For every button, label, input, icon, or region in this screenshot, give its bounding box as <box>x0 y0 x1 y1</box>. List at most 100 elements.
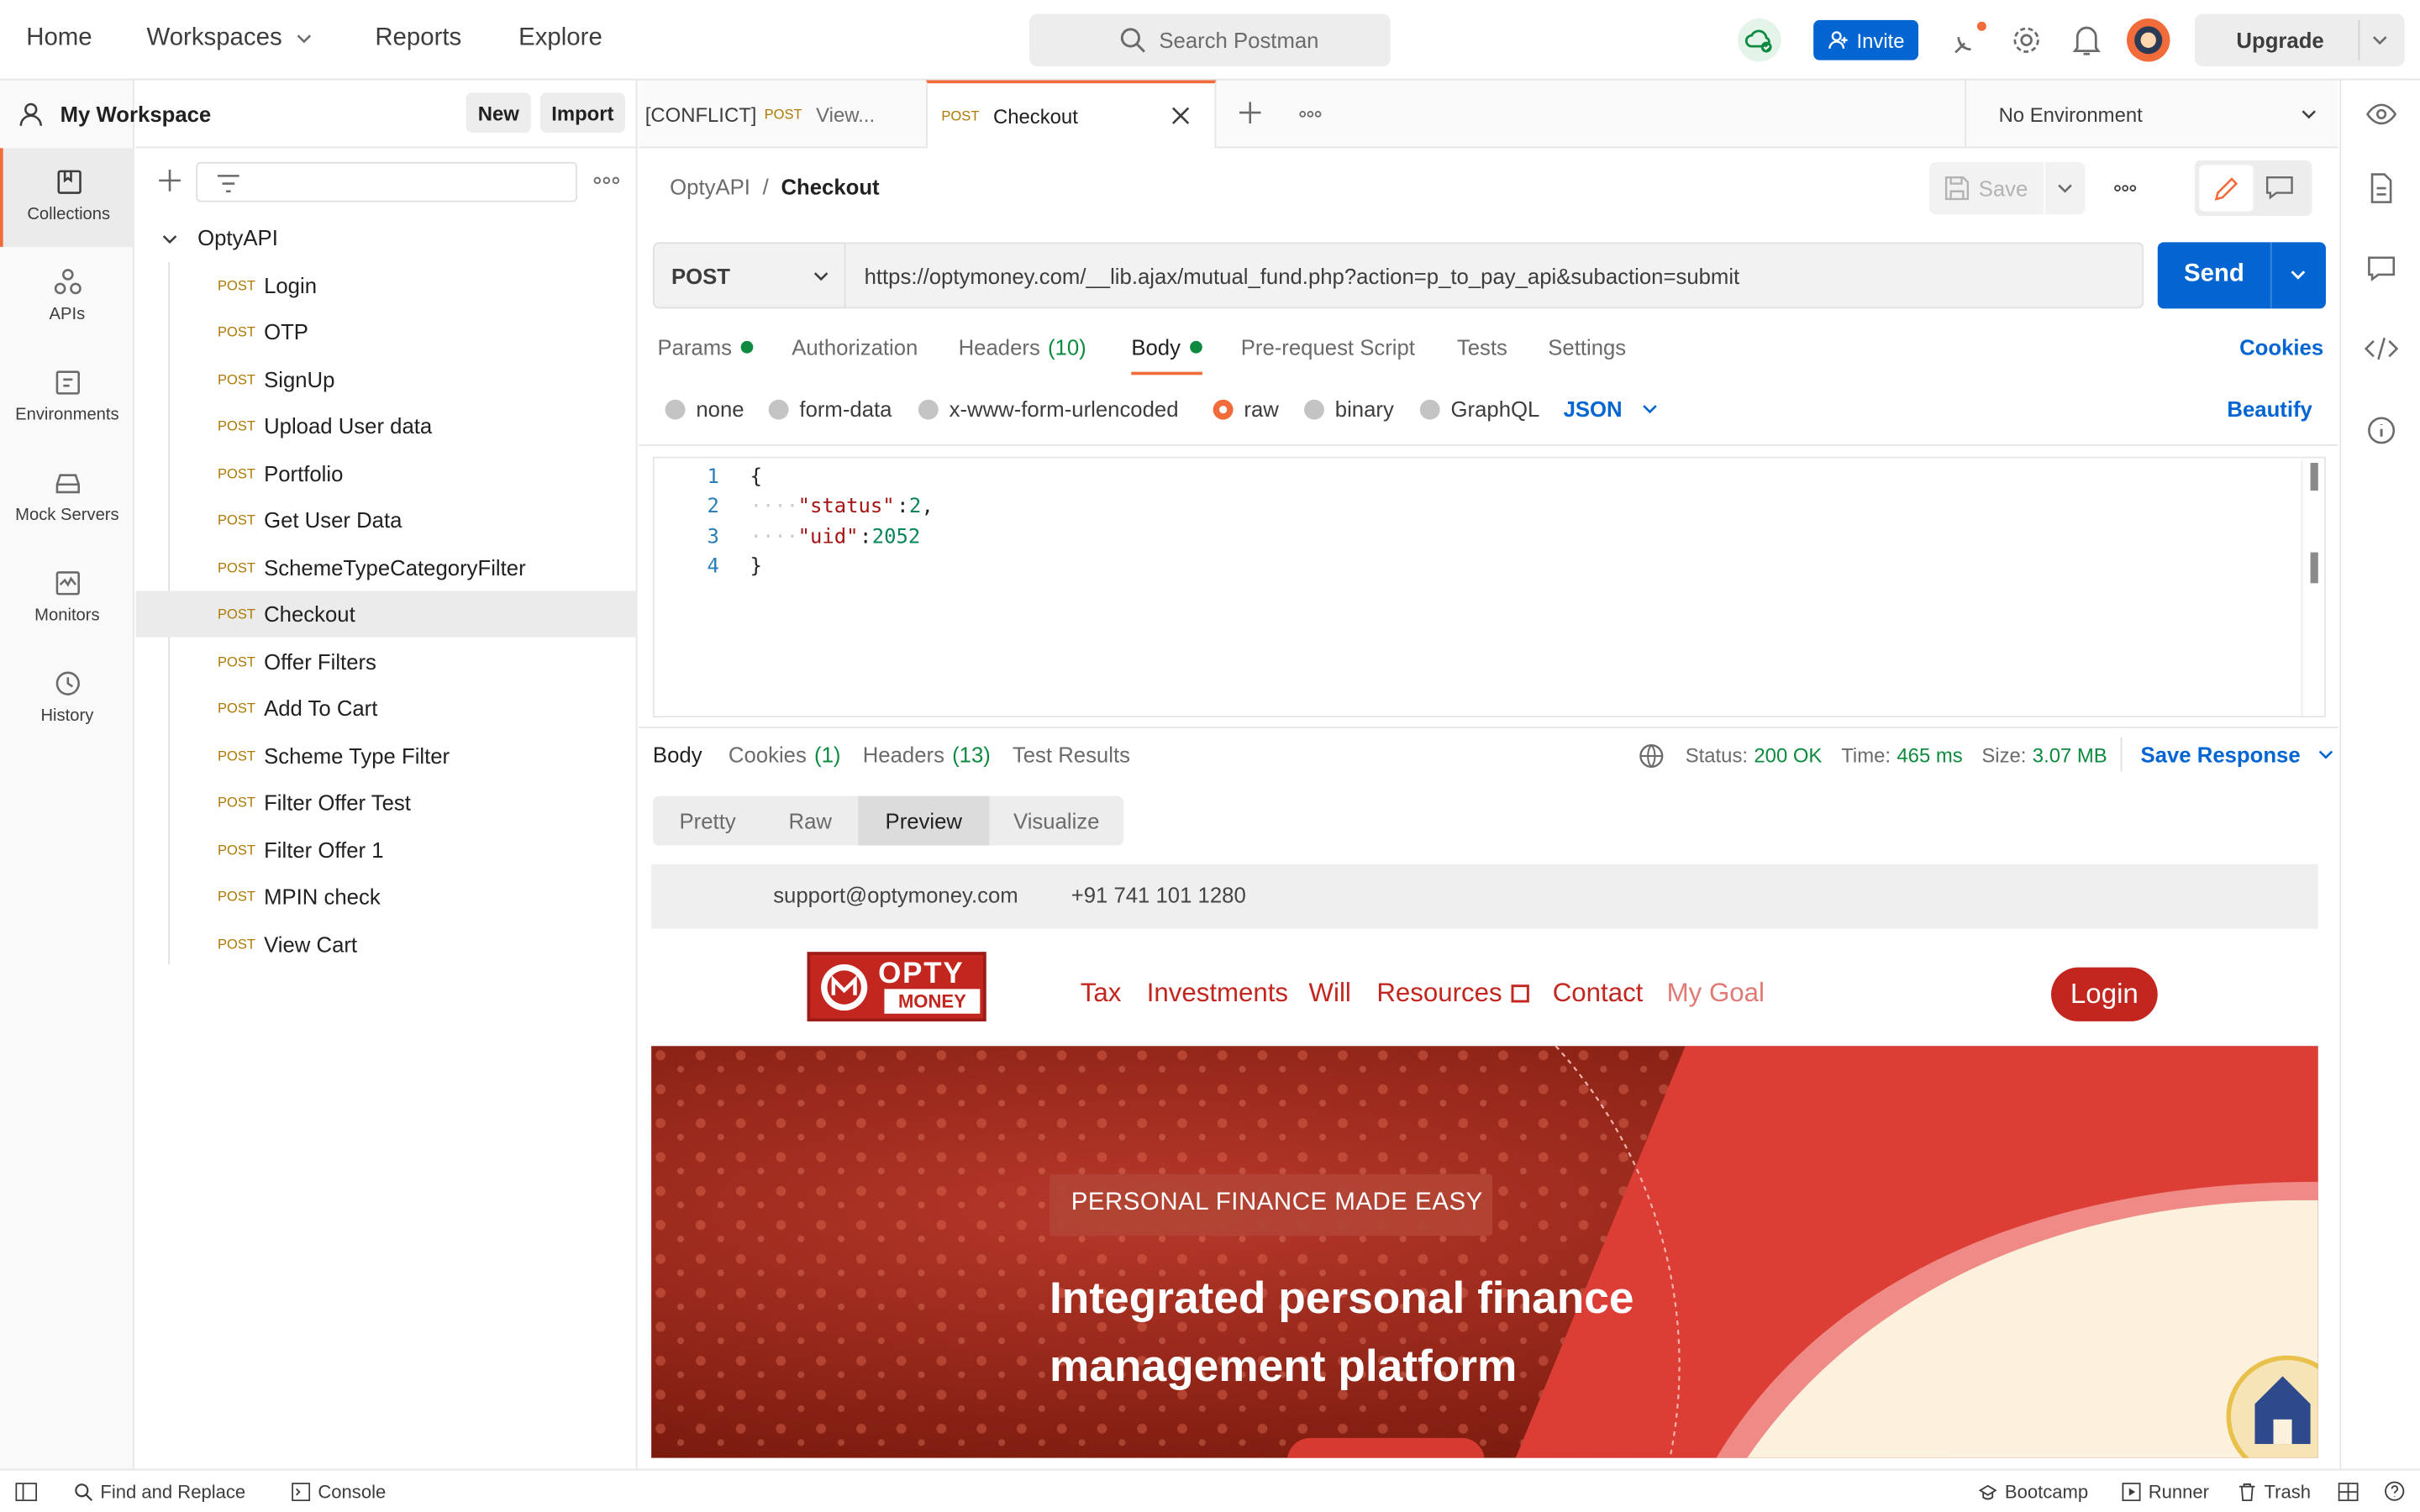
new-tab-icon[interactable] <box>1239 102 1261 123</box>
scrollbar-thumb[interactable] <box>2310 463 2318 491</box>
code-editor[interactable]: 1 2 3 4 { ···· "status" : 2 , ···· "uid"… <box>652 456 2326 718</box>
more-icon[interactable] <box>2112 182 2137 195</box>
nav-workspaces[interactable]: Workspaces <box>146 24 313 52</box>
satellite-button[interactable] <box>1949 21 1986 59</box>
save-dropdown[interactable] <box>2044 161 2086 215</box>
request-item[interactable]: POST SignUp <box>136 356 638 402</box>
status-value[interactable]: 200 OK <box>1754 743 1822 767</box>
radio-none[interactable]: none <box>665 396 744 421</box>
breadcrumb-current[interactable]: Checkout <box>781 175 879 199</box>
request-item[interactable]: POST Upload User data <box>136 402 638 449</box>
request-item[interactable]: POST Filter Offer 1 <box>136 827 638 873</box>
tab-tests[interactable]: Tests <box>1457 335 1507 360</box>
nav-reports[interactable]: Reports <box>375 24 461 52</box>
rail-apis[interactable]: APIs <box>0 249 134 348</box>
nav-home[interactable]: Home <box>26 24 92 52</box>
tab-headers[interactable]: Headers (10) <box>959 335 1086 360</box>
view-raw[interactable]: Raw <box>762 796 858 846</box>
more-icon[interactable] <box>592 175 620 187</box>
notifications-button[interactable] <box>2071 24 2102 57</box>
save-response-button[interactable]: Save Response <box>2141 742 2335 767</box>
method-select[interactable]: POST <box>652 242 846 309</box>
request-item[interactable]: POST Portfolio <box>136 450 638 496</box>
tab-params[interactable]: Params <box>657 335 754 360</box>
tab-conflict-view[interactable]: [CONFLICT] POST View... <box>639 81 926 149</box>
time-value[interactable]: 465 ms <box>1897 743 1962 767</box>
runner-button[interactable]: Runner <box>2122 1481 2209 1503</box>
preview-nav-contact[interactable]: Contact <box>1553 978 1644 1009</box>
import-button[interactable]: Import <box>539 92 625 133</box>
settings-button[interactable] <box>2009 24 2043 57</box>
sidebar-toggle-icon[interactable] <box>15 1483 38 1502</box>
rail-environments[interactable]: Environments <box>0 349 134 448</box>
rail-mock-servers[interactable]: Mock Servers <box>0 449 134 548</box>
preview-nav-tax[interactable]: Tax <box>1081 978 1122 1009</box>
new-button[interactable]: New <box>466 92 531 133</box>
edit-mode-button[interactable] <box>2199 165 2254 212</box>
tab-authorization[interactable]: Authorization <box>792 335 918 360</box>
cookies-link[interactable]: Cookies <box>2239 335 2323 360</box>
size-value[interactable]: 3.07 MB <box>2033 743 2107 767</box>
help-icon[interactable] <box>2385 1481 2405 1501</box>
eye-icon[interactable] <box>2366 102 2397 126</box>
request-item-active[interactable]: POST Checkout <box>135 591 638 638</box>
nav-explore[interactable]: Explore <box>518 24 602 52</box>
trash-button[interactable]: Trash <box>2238 1481 2311 1503</box>
preview-nav-resources[interactable]: Resources <box>1376 978 1530 1009</box>
preview-nav-my-goal[interactable]: My Goal <box>1667 978 1765 1009</box>
tab-prerequest-script[interactable]: Pre-request Script <box>1241 335 1415 360</box>
request-item[interactable]: POST Offer Filters <box>136 638 638 685</box>
chevron-down-icon[interactable] <box>2370 31 2389 50</box>
preview-phone[interactable]: +91 741 101 1280 <box>1071 883 1246 907</box>
radio-urlencoded[interactable]: x-www-form-urlencoded <box>918 396 1179 421</box>
beautify-link[interactable]: Beautify <box>2227 396 2312 421</box>
hero-cta-button[interactable] <box>1286 1437 1485 1458</box>
preview-logo[interactable]: OPTY MONEY <box>807 952 986 1021</box>
request-item[interactable]: POST Login <box>136 262 638 308</box>
sync-status-button[interactable] <box>1738 18 1781 62</box>
request-item[interactable]: POST Add To Cart <box>136 685 638 732</box>
request-item[interactable]: POST Get User Data <box>136 496 638 543</box>
view-visualize[interactable]: Visualize <box>989 796 1123 846</box>
preview-email[interactable]: support@optymoney.com <box>773 883 1018 907</box>
environment-select[interactable]: No Environment <box>1966 81 2338 149</box>
rail-history[interactable]: History <box>0 649 134 748</box>
search-input[interactable]: Search Postman <box>1029 13 1391 66</box>
preview-login-button[interactable]: Login <box>2051 967 2158 1021</box>
radio-form-data[interactable]: form-data <box>768 396 892 421</box>
more-icon[interactable] <box>1298 108 1323 121</box>
response-tab-body[interactable]: Body <box>653 742 702 766</box>
bootcamp-button[interactable]: Bootcamp <box>1978 1481 2088 1503</box>
globe-icon[interactable] <box>1638 742 1665 769</box>
url-input[interactable]: https://optymoney.com/__lib.ajax/mutual_… <box>845 242 2144 309</box>
format-select[interactable]: JSON <box>1564 396 1660 421</box>
response-tab-cookies[interactable]: Cookies (1) <box>729 742 841 766</box>
chevron-down-icon[interactable] <box>2289 265 2307 284</box>
preview-nav-investments[interactable]: Investments <box>1147 978 1288 1009</box>
rail-monitors[interactable]: Monitors <box>0 549 134 648</box>
info-icon[interactable] <box>2366 415 2397 446</box>
close-icon[interactable] <box>1171 107 1190 125</box>
filter-input[interactable] <box>196 161 577 202</box>
save-button[interactable]: Save <box>1928 161 2044 215</box>
code-icon[interactable] <box>2364 336 2399 360</box>
workspace-name[interactable]: My Workspace <box>60 102 212 126</box>
radio-binary[interactable]: binary <box>1304 396 1394 421</box>
radio-graphql[interactable]: GraphQL <box>1419 396 1539 421</box>
breadcrumb-parent[interactable]: OptyAPI <box>670 175 750 199</box>
tab-body[interactable]: Body <box>1131 335 1202 375</box>
request-item[interactable]: POST Scheme Type Filter <box>136 732 638 779</box>
view-preview[interactable]: Preview <box>858 795 990 846</box>
find-replace-button[interactable]: Find and Replace <box>74 1481 245 1503</box>
comment-mode-icon[interactable] <box>2265 176 2293 200</box>
tab-settings[interactable]: Settings <box>1548 335 1626 360</box>
request-item[interactable]: POST View Cart <box>136 921 638 968</box>
comments-icon[interactable] <box>2366 255 2397 282</box>
upgrade-button[interactable]: Upgrade <box>2194 13 2405 66</box>
response-tab-test-results[interactable]: Test Results <box>1013 742 1130 766</box>
add-icon[interactable] <box>157 168 182 192</box>
rail-collections[interactable]: Collections <box>0 148 134 247</box>
documentation-icon[interactable] <box>2368 173 2396 204</box>
request-item[interactable]: POST Filter Offer Test <box>136 780 638 826</box>
editor-scrollbar[interactable] <box>2301 459 2326 717</box>
